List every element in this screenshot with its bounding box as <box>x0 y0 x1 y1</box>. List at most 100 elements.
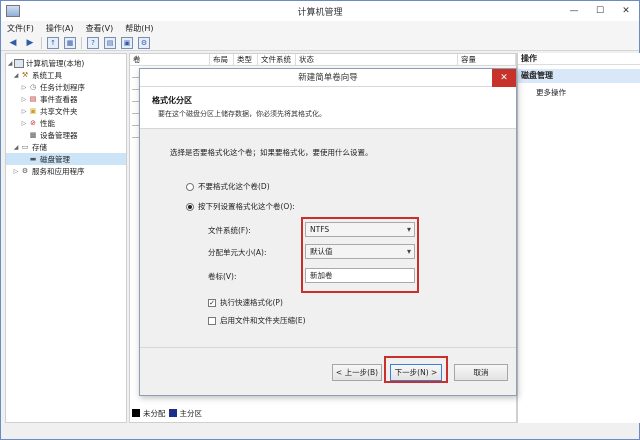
expand-arrow-icon[interactable]: ▷ <box>20 84 28 91</box>
tree-node-performance[interactable]: ▷ ⊘ 性能 <box>6 117 126 129</box>
help-icon[interactable]: ? <box>87 36 99 49</box>
forward-arrow-icon[interactable]: ▶ <box>24 37 36 49</box>
compression-label: 启用文件和文件夹压缩(E) <box>220 316 306 325</box>
show-tree-icon[interactable]: ▦ <box>64 36 76 49</box>
tree-node-label: 系统工具 <box>32 70 62 80</box>
table-row[interactable] <box>132 104 139 114</box>
table-row[interactable] <box>132 116 139 126</box>
radio-format-label: 按下列设置格式化这个卷(O): <box>198 202 295 211</box>
console-icon[interactable]: ▣ <box>121 36 133 49</box>
quick-format-checkbox[interactable]: ✓ 执行快速格式化(P) <box>208 297 283 308</box>
table-row[interactable] <box>132 128 139 138</box>
table-row[interactable] <box>132 68 139 78</box>
device-manager-icon: ▩ <box>29 131 37 139</box>
toolbar-divider <box>81 36 82 49</box>
filesystem-select[interactable]: NTFS <box>305 222 415 237</box>
wizard-footer: < 上一步(B) 下一步(N) > 取消 <box>140 347 516 395</box>
tree-node-system-tools[interactable]: ◢ ⚒ 系统工具 <box>6 69 126 81</box>
expand-arrow-icon[interactable]: ▷ <box>20 120 28 127</box>
navigation-tree: ◢ 计算机管理(本地) ◢ ⚒ 系统工具 ▷ ◷ 任务计划程序 ▷ ▤ 事件查看… <box>5 53 127 423</box>
primary-swatch <box>168 409 177 417</box>
tree-node-event-viewer[interactable]: ▷ ▤ 事件查看器 <box>6 93 126 105</box>
allocation-unit-select[interactable]: 默认值 <box>305 244 415 259</box>
menu-action[interactable]: 操作(A) <box>46 23 74 34</box>
expand-arrow-icon[interactable]: ▷ <box>12 168 20 175</box>
cancel-button[interactable]: 取消 <box>454 364 508 381</box>
checkbox-checked[interactable]: ✓ <box>208 298 216 307</box>
actions-disk-management[interactable]: 磁盘管理 <box>518 69 640 83</box>
toolbar-divider <box>41 36 42 49</box>
column-filesystem[interactable]: 文件系统 <box>258 54 296 65</box>
column-capacity[interactable]: 容量 <box>458 54 516 65</box>
window-title: 计算机管理 <box>297 7 343 18</box>
performance-icon: ⊘ <box>30 119 36 127</box>
wizard-title-bar: 新建简单卷向导 ✕ <box>140 69 516 87</box>
unallocated-swatch <box>132 409 140 417</box>
tree-node-storage[interactable]: ◢ ▭ 存储 <box>6 141 126 153</box>
radio-format[interactable]: 按下列设置格式化这个卷(O): <box>186 201 295 212</box>
tree-node-device-manager[interactable]: ▩ 设备管理器 <box>6 129 126 141</box>
menu-view[interactable]: 查看(V) <box>86 23 114 34</box>
tree-node-services-applications[interactable]: ▷ ⚙ 服务和应用程序 <box>6 165 126 177</box>
up-folder-icon[interactable]: ↑ <box>47 36 59 49</box>
computer-icon <box>14 58 24 68</box>
more-actions-link[interactable]: 更多操作 <box>518 87 640 99</box>
wizard-subheading: 要在这个磁盘分区上储存数据，你必须先将其格式化。 <box>158 110 326 118</box>
storage-icon: ▭ <box>21 143 29 151</box>
properties-icon[interactable]: ▤ <box>104 36 116 49</box>
wizard-title: 新建简单卷向导 <box>298 73 358 83</box>
actions-pane: 操作 磁盘管理 更多操作 <box>517 53 640 423</box>
settings-icon[interactable]: ⚙ <box>138 36 150 49</box>
volume-label-label: 卷标(V): <box>208 272 237 281</box>
tree-node-task-scheduler[interactable]: ▷ ◷ 任务计划程序 <box>6 81 126 93</box>
expand-arrow-icon[interactable]: ▷ <box>20 96 28 103</box>
tree-node-label: 共享文件夹 <box>40 106 78 116</box>
toolbar: ◀ ▶ ↑ ▦ ? ▤ ▣ ⚙ <box>1 35 639 51</box>
compression-checkbox[interactable]: 启用文件和文件夹压缩(E) <box>208 315 306 326</box>
back-arrow-icon[interactable]: ◀ <box>7 37 19 49</box>
actions-header: 操作 <box>518 53 640 65</box>
filesystem-label: 文件系统(F): <box>208 226 251 235</box>
expand-arrow-icon[interactable]: ◢ <box>12 144 20 151</box>
tools-icon: ⚒ <box>21 71 29 79</box>
wizard-close-icon[interactable]: ✕ <box>492 69 516 87</box>
menu-file[interactable]: 文件(F) <box>7 23 34 34</box>
expand-arrow-icon[interactable]: ▷ <box>20 108 28 115</box>
column-volume[interactable]: 卷 <box>130 54 210 65</box>
column-layout[interactable]: 布局 <box>210 54 234 65</box>
tree-node-label: 设备管理器 <box>40 130 78 140</box>
radio-circle[interactable] <box>186 182 194 191</box>
clock-icon: ◷ <box>29 83 37 91</box>
tree-node-computer-management[interactable]: ◢ 计算机管理(本地) <box>6 57 126 69</box>
menu-help[interactable]: 帮助(H) <box>125 23 153 34</box>
next-button-highlight-box <box>384 356 448 383</box>
radio-no-format[interactable]: 不要格式化这个卷(D) <box>186 181 270 192</box>
tree-node-label: 性能 <box>40 118 55 128</box>
column-type[interactable]: 类型 <box>234 54 258 65</box>
table-row[interactable] <box>132 80 139 90</box>
radio-circle-selected[interactable] <box>186 202 194 211</box>
column-status[interactable]: 状态 <box>296 54 458 65</box>
tree-node-shared-folders[interactable]: ▷ ▣ 共享文件夹 <box>6 105 126 117</box>
radio-no-format-label: 不要格式化这个卷(D) <box>198 182 270 191</box>
quick-format-label: 执行快速格式化(P) <box>220 298 283 307</box>
new-simple-volume-wizard: 新建简单卷向导 ✕ 格式化分区 要在这个磁盘分区上储存数据，你必须先将其格式化。… <box>139 68 517 396</box>
allocation-unit-label: 分配单元大小(A): <box>208 248 267 257</box>
tree-node-label: 计算机管理(本地) <box>26 58 85 68</box>
legend-primary: 主分区 <box>179 408 203 418</box>
expand-arrow-icon[interactable]: ◢ <box>12 72 20 79</box>
wizard-body: 选择是否要格式化这个卷；如果要格式化，要使用什么设置。 不要格式化这个卷(D) … <box>140 129 516 349</box>
back-button[interactable]: < 上一步(B) <box>332 364 382 381</box>
tree-node-label: 磁盘管理 <box>40 154 70 164</box>
menu-bar: 文件(F) 操作(A) 查看(V) 帮助(H) <box>1 21 639 35</box>
expand-arrow-icon[interactable]: ◢ <box>6 60 14 67</box>
volume-label-input[interactable]: 新加卷 <box>305 268 415 283</box>
table-row[interactable] <box>132 92 139 102</box>
checkbox-unchecked[interactable] <box>208 316 216 325</box>
close-button[interactable]: ✕ <box>613 1 639 21</box>
tree-node-disk-management[interactable]: ▬ 磁盘管理 <box>6 153 126 165</box>
wizard-heading: 格式化分区 <box>152 96 192 105</box>
minimize-button[interactable]: — <box>561 1 587 21</box>
tree-node-label: 事件查看器 <box>40 94 78 104</box>
maximize-button[interactable]: ☐ <box>587 1 613 21</box>
